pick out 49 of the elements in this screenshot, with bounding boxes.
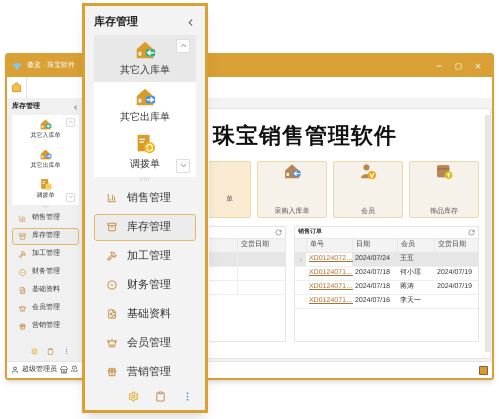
- crown-icon: [19, 304, 26, 312]
- menu-item[interactable]: 库存管理: [94, 214, 196, 240]
- menu-item[interactable]: 基础资料: [94, 300, 196, 328]
- gift-icon: [107, 367, 117, 377]
- grip-handle-icon[interactable]: [140, 176, 150, 180]
- collapse-icon[interactable]: [72, 104, 79, 111]
- menu-item[interactable]: 财务管理: [94, 272, 196, 298]
- bar-chart-icon: [107, 193, 117, 203]
- shortcut-item[interactable]: 其它入库单: [94, 34, 196, 82]
- archive-icon: [107, 222, 117, 232]
- maximize-icon[interactable]: [455, 62, 462, 70]
- menu-item[interactable]: 加工管理: [94, 242, 196, 270]
- coin-icon: [19, 268, 26, 276]
- table-row[interactable]: [209, 281, 285, 295]
- row-pointer-icon: [298, 256, 304, 262]
- panel-title: 库存管理: [94, 14, 138, 30]
- diamond-icon: [13, 62, 21, 70]
- home-title: 珠宝销售管理软件: [213, 122, 397, 150]
- gift-icon: [19, 322, 26, 330]
- home-icon: [11, 82, 22, 93]
- store-icon: [60, 366, 68, 374]
- coin-icon: [107, 280, 117, 290]
- bar-chart-icon: [19, 214, 26, 222]
- settings-icon[interactable]: [128, 391, 138, 402]
- more-icon[interactable]: [63, 348, 70, 355]
- document-icon: [19, 286, 26, 294]
- clipboard-icon[interactable]: [47, 348, 54, 355]
- document-icon: [107, 309, 117, 319]
- crown-icon: [107, 338, 117, 348]
- document-cycle-icon: [39, 178, 52, 191]
- clipboard-icon[interactable]: [154, 391, 166, 402]
- menu-item[interactable]: 营销管理: [94, 358, 196, 386]
- refresh-icon[interactable]: [275, 229, 282, 236]
- hammer-icon: [107, 251, 117, 261]
- house-arrow-icon: [39, 148, 52, 161]
- menu-item[interactable]: 会员管理: [94, 330, 196, 356]
- table-row[interactable]: [209, 267, 285, 281]
- close-icon[interactable]: [474, 62, 482, 70]
- user-icon: [11, 366, 19, 374]
- refresh-icon[interactable]: [468, 229, 475, 236]
- settings-icon[interactable]: [31, 348, 38, 355]
- scroll-down-button[interactable]: [176, 158, 190, 172]
- hammer-icon: [19, 250, 26, 258]
- scrollbar[interactable]: [485, 115, 490, 352]
- scroll-up-button[interactable]: [176, 38, 190, 52]
- menu-item[interactable]: 销售管理: [94, 184, 196, 212]
- archive-icon: [19, 232, 26, 240]
- edit-button[interactable]: [479, 366, 488, 374]
- house-arrow-icon: [39, 118, 52, 131]
